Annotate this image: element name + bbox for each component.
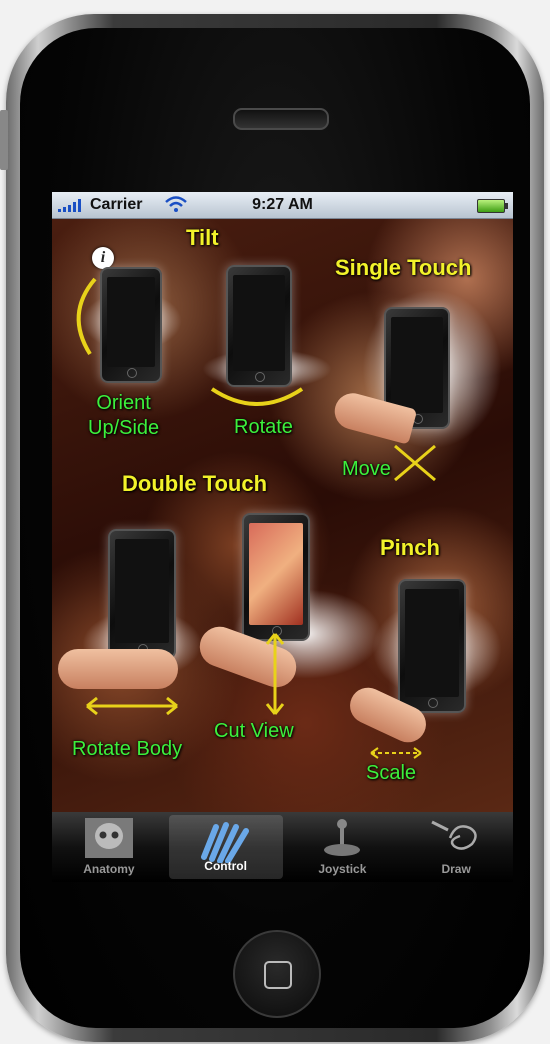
tab-label: Joystick [318,862,367,876]
label-cut-view: Cut View [214,720,294,742]
curved-arrow-icon [76,277,97,356]
heading-single-touch: Single Touch [335,255,472,280]
label-move: Move [342,458,391,480]
home-button[interactable] [233,930,321,1018]
tab-label: Anatomy [83,862,135,876]
label-orient: Orient Up/Side [88,392,160,439]
heading-pinch: Pinch [380,535,440,560]
tab-control[interactable]: Control [168,815,283,879]
earpiece-speaker [233,108,329,130]
heading-tilt: Tilt [186,225,219,250]
app-screen: Carrier 9:27 AM i Tilt Single Touch Doub… [52,192,513,882]
label-rotate-body: Rotate Body [72,738,183,760]
hand-icon [200,822,249,863]
status-time: 9:27 AM [252,196,313,213]
phone-illustration-scale [398,579,466,713]
heading-double-touch: Double Touch [122,471,268,496]
tab-label: Draw [441,862,471,876]
phone-illustration-rotate [226,265,292,387]
phone-illustration-rotate-body [108,529,176,659]
joystick-icon [324,819,361,856]
tab-joystick[interactable]: Joystick [286,812,400,882]
tab-draw[interactable]: Draw [399,812,513,882]
control-guide: i Tilt Single Touch Double Touch Pinch O… [52,219,513,812]
tab-label: Control [204,859,247,873]
vertical-arrows-icon [265,633,285,715]
info-icon[interactable]: i [92,247,114,269]
tab-anatomy[interactable]: Anatomy [52,812,166,882]
phone-illustration-cut-view [242,513,310,641]
label-rotate: Rotate [234,416,293,438]
move-arrows-icon [394,444,436,482]
scale-arrows-icon [370,747,422,759]
tab-bar: Anatomy Control Joystick Draw [52,812,513,882]
status-bar: Carrier 9:27 AM [52,192,513,219]
horizontal-arrows-icon [86,696,178,716]
draw-icon [431,820,477,850]
hand-illustration [58,649,178,689]
mute-switch [0,110,8,170]
rotate-arrow-icon [210,387,304,406]
battery-icon [477,199,508,213]
skull-icon [84,818,133,858]
label-scale: Scale [366,762,417,784]
home-square-icon [264,961,292,989]
